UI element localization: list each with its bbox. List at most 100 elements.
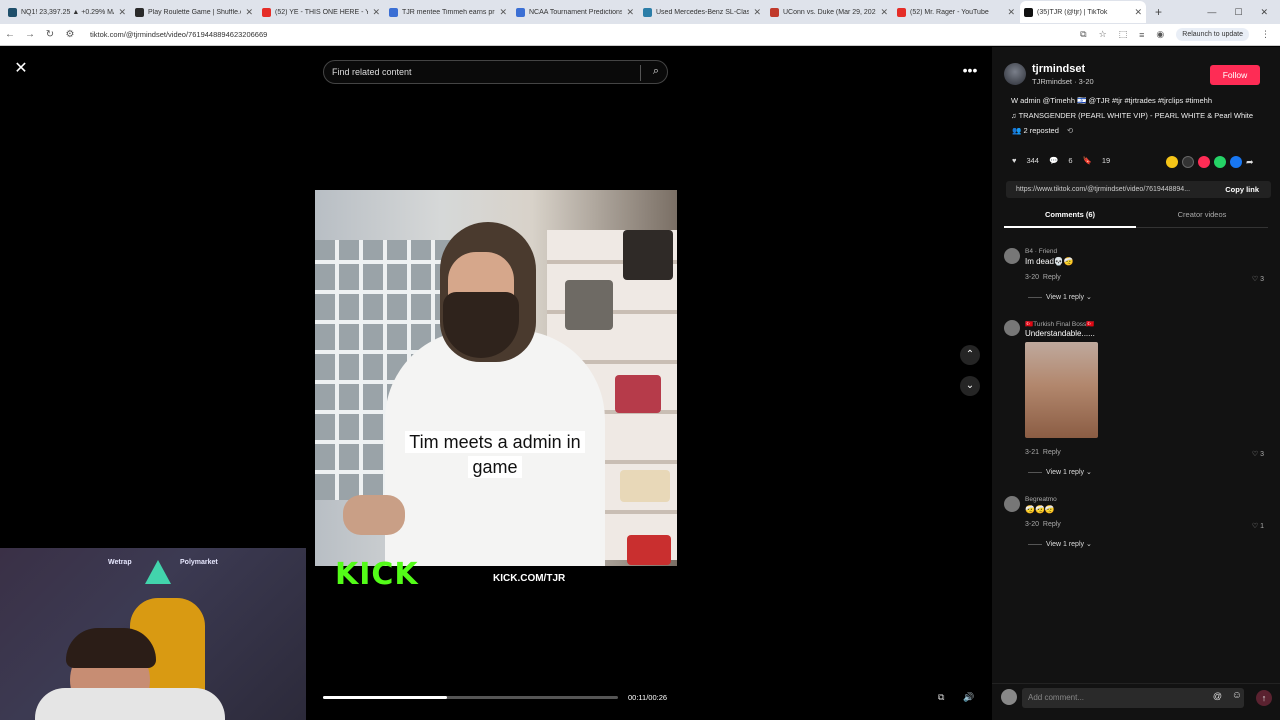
facebook-icon[interactable] (1230, 156, 1242, 168)
commenter-name[interactable]: Begreatmo (1025, 496, 1057, 503)
commenter-name[interactable]: B4 · Friend (1025, 248, 1057, 255)
browser-tab[interactable]: Used Mercedes-Benz SL-Class ✕ (639, 1, 765, 23)
post-comment-button[interactable]: ↑ (1256, 690, 1272, 706)
tab-close-icon[interactable]: ✕ (245, 7, 253, 18)
view-replies-button[interactable]: View 1 reply ⌄ (1028, 293, 1092, 301)
comment-input[interactable]: Add comment... (1022, 688, 1244, 708)
comment-like[interactable]: ♡ 3 (1252, 275, 1264, 283)
share-link: https://www.tiktok.com/@tjrmindset/video… (1016, 186, 1191, 193)
relaunch-button[interactable]: Relaunch to update (1176, 28, 1249, 41)
whatsapp-icon[interactable] (1214, 156, 1226, 168)
tab-title: (52) YE - THIS ONE HERE - YouT (275, 8, 369, 16)
commenter-avatar[interactable] (1004, 496, 1020, 512)
browser-menu-icon[interactable]: ⋮ (1261, 29, 1270, 40)
video-progress-bar[interactable] (323, 696, 618, 699)
browser-tab[interactable]: UConn vs. Duke (Mar 29, 2025) ✕ (766, 1, 892, 23)
avatar[interactable] (1004, 63, 1026, 85)
commenter-name[interactable]: 🇹🇷Turkish Final Boss🇹🇷 (1025, 320, 1094, 328)
author-info[interactable]: tjrmindset TJRmindset · 3-20 (1004, 63, 1094, 86)
bookmark-star-icon[interactable]: ☆ (1099, 29, 1107, 40)
tab-favicon-icon (643, 7, 652, 17)
site-info-icon[interactable]: ⚙ (60, 29, 80, 40)
tab-close-icon[interactable]: ✕ (1007, 7, 1015, 18)
forward-icon[interactable]: → (20, 29, 40, 40)
search-icon[interactable]: ⌕ (653, 65, 659, 78)
reply-button[interactable]: Reply (1043, 449, 1061, 456)
search-input[interactable]: Find related content ⌕ (323, 60, 668, 84)
comment-item: B4 · Friend Im dead💀🤕 3-20 Reply ♡ 3 Vie… (1004, 248, 1274, 308)
like-icon[interactable]: ♥ (1012, 156, 1016, 165)
tab-close-icon[interactable]: ✕ (118, 7, 126, 18)
more-options-icon[interactable]: ••• (960, 61, 980, 79)
url-field[interactable]: tiktok.com/@tjrmindset/video/76194488946… (90, 30, 1080, 39)
share-arrow-icon[interactable]: ➦ (1246, 156, 1258, 168)
follow-button[interactable]: Follow (1210, 65, 1260, 85)
browser-tab[interactable]: TJR mentee Timmeh earns prop ✕ (385, 1, 511, 23)
comment-image[interactable] (1025, 342, 1098, 438)
copy-link-button[interactable]: Copy link (1225, 181, 1259, 198)
author-username[interactable]: tjrmindset (1032, 63, 1094, 75)
tab-close-icon[interactable]: ✕ (1134, 7, 1142, 18)
browser-tab[interactable]: NQ1! 23,397.25 ▲ +0.29% MA ✕ (4, 1, 130, 23)
browser-tab[interactable]: Play Roulette Game | Shuffle.co ✕ (131, 1, 257, 23)
view-replies-label: View 1 reply (1046, 469, 1085, 476)
browser-tab[interactable]: NCAA Tournament Predictions ✕ (512, 1, 638, 23)
tab-close-icon[interactable]: ✕ (753, 7, 761, 18)
comment-like[interactable]: ♡ 1 (1252, 522, 1264, 530)
browser-tab-active[interactable]: (35)TJR (@tjr) | TikTok ✕ (1020, 1, 1146, 23)
commenter-avatar[interactable] (1004, 320, 1020, 336)
browser-tab[interactable]: (52) YE - THIS ONE HERE - YouT✕ (258, 1, 384, 23)
embed-icon[interactable] (1182, 156, 1194, 168)
add-comment-bar: Add comment... @ ☺ ↑ (992, 683, 1280, 711)
reload-icon[interactable]: ↻ (40, 29, 60, 40)
new-tab-icon[interactable]: + (1155, 5, 1162, 19)
repost-share-icon[interactable] (1166, 156, 1178, 168)
pip-icon[interactable]: ⧉ (938, 692, 944, 703)
tab-comments[interactable]: Comments (6) (1004, 210, 1136, 228)
bookmark-icon[interactable]: 🔖 (1082, 156, 1091, 165)
kick-overlay: KICK KICK.COM/TJR (315, 557, 677, 606)
tab-favicon-icon (1024, 7, 1033, 17)
back-icon[interactable]: ← (0, 29, 20, 40)
share-link-box[interactable]: https://www.tiktok.com/@tjrmindset/video… (1006, 181, 1271, 198)
reply-button[interactable]: Reply (1043, 274, 1061, 281)
window-close-icon[interactable]: ✕ (1260, 7, 1268, 18)
emoji-icon[interactable]: ☺ (1232, 690, 1242, 701)
view-replies-button[interactable]: View 1 reply ⌄ (1028, 540, 1092, 548)
comment-like[interactable]: ♡ 3 (1252, 450, 1264, 458)
minimize-icon[interactable]: — (1207, 7, 1216, 17)
maximize-icon[interactable]: ☐ (1234, 7, 1242, 18)
progress-fill (323, 696, 447, 699)
close-icon[interactable]: ✕ (11, 59, 31, 79)
music-title: TRANSGENDER (PEARL WHITE VIP) - PEARL WH… (1018, 111, 1254, 120)
install-app-icon[interactable]: ⧉ (1080, 29, 1086, 40)
tab-creator-videos[interactable]: Creator videos (1136, 210, 1268, 219)
tab-close-icon[interactable]: ✕ (372, 7, 380, 18)
tab-close-icon[interactable]: ✕ (499, 7, 507, 18)
tab-close-icon[interactable]: ✕ (880, 7, 888, 18)
heart-icon: ♡ (1251, 276, 1259, 283)
reading-list-icon[interactable]: ≡ (1139, 30, 1144, 40)
commenter-avatar[interactable] (1004, 248, 1020, 264)
repost-line[interactable]: 👥 2 reposted ⟲ (1012, 126, 1073, 135)
extensions-icon[interactable]: ⬚ (1119, 29, 1128, 40)
search-divider (640, 65, 641, 81)
comment-meta: 3-20 Reply (1025, 274, 1061, 281)
next-video-button[interactable]: ⌄ (960, 376, 980, 396)
music-line[interactable]: ♫ TRANSGENDER (PEARL WHITE VIP) - PEARL … (1011, 111, 1253, 120)
reply-button[interactable]: Reply (1043, 521, 1061, 528)
comment-item: 🇹🇷Turkish Final Boss🇹🇷 Understandable...… (1004, 320, 1274, 480)
send-to-friends-icon[interactable] (1198, 156, 1210, 168)
video-frame[interactable]: Tim meets a admin in game (315, 190, 677, 566)
sponsor-label: Wetrap (108, 559, 132, 566)
comment-icon[interactable]: 💬 (1049, 156, 1058, 165)
comment-text: Understandable...... (1025, 329, 1095, 338)
volume-icon[interactable]: 🔊 (963, 692, 974, 703)
browser-tab[interactable]: (52) Mr. Rager - YouTube ✕ (893, 1, 1019, 23)
profile-icon[interactable]: ◉ (1156, 29, 1164, 40)
previous-video-button[interactable]: ⌃ (960, 345, 980, 365)
tab-close-icon[interactable]: ✕ (626, 7, 634, 18)
view-replies-button[interactable]: View 1 reply ⌄ (1028, 468, 1092, 476)
mention-icon[interactable]: @ (1213, 691, 1222, 701)
repost-icon[interactable]: ⟲ (1067, 126, 1073, 135)
